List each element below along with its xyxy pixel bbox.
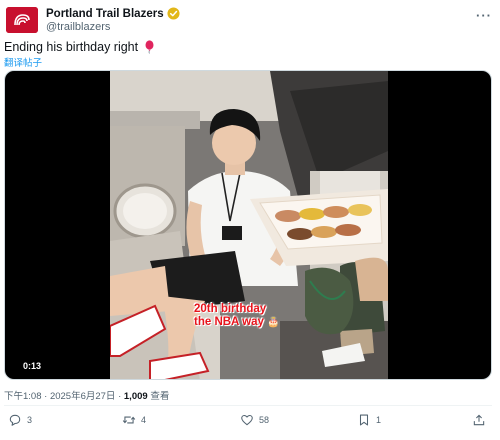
post-date[interactable]: 2025年6月27日 [50, 391, 115, 402]
divider [4, 405, 492, 406]
share-icon [473, 414, 485, 426]
tweet-meta: 下午1:08 · 2025年6月27日 · 1,009 查看 [4, 388, 169, 402]
view-count: 1,009 [123, 391, 148, 402]
tweet-body: Ending his birthday right [4, 40, 139, 54]
heart-icon [241, 414, 253, 426]
views-label: 查看 [150, 391, 170, 402]
video-still-image [110, 71, 388, 379]
author-display-name[interactable]: Portland Trail Blazers [46, 8, 164, 20]
like-button[interactable]: 58 [240, 413, 269, 427]
meta-separator-2: · [118, 391, 122, 402]
more-options-icon[interactable]: ··· [476, 8, 492, 23]
like-count: 58 [259, 415, 270, 425]
tweet-header: Portland Trail Blazers @trailblazers ··· [6, 6, 494, 34]
share-button[interactable] [472, 413, 491, 427]
retweet-count: 4 [141, 415, 147, 425]
bookmark-button[interactable]: 1 [357, 413, 381, 427]
retweet-icon [122, 416, 136, 424]
retweet-button[interactable]: 4 [122, 413, 146, 427]
reply-icon [9, 414, 21, 426]
video-timecode: 0:13 [23, 361, 42, 371]
balloon-emoji-icon [145, 40, 154, 54]
reply-button[interactable]: 3 [8, 413, 32, 427]
reply-count: 3 [27, 415, 33, 425]
caption-line-1: 20th birthday [194, 303, 267, 315]
video-caption: 20th birthday the NBA way 🎂 [194, 303, 334, 329]
bookmark-count: 1 [376, 415, 382, 425]
caption-line-2: the NBA way [194, 316, 264, 328]
verified-badge-icon [167, 7, 180, 20]
action-bar: 3 4 58 1 [8, 413, 488, 433]
bookmark-icon [359, 414, 369, 426]
blazers-logo-icon [6, 7, 38, 33]
cake-emoji-icon: 🎂 [267, 317, 280, 328]
author-handle[interactable]: @trailblazers [46, 21, 110, 33]
video-frame[interactable]: 20th birthday the NBA way 🎂 [110, 71, 388, 379]
post-time[interactable]: 下午1:08 [4, 391, 42, 402]
tweet-text: Ending his birthday right [4, 40, 155, 54]
meta-separator: · [44, 391, 48, 402]
avatar[interactable] [6, 7, 38, 33]
translate-post-link[interactable]: 翻译帖子 [4, 55, 42, 69]
video-player[interactable]: 20th birthday the NBA way 🎂 0:13 [4, 70, 492, 380]
